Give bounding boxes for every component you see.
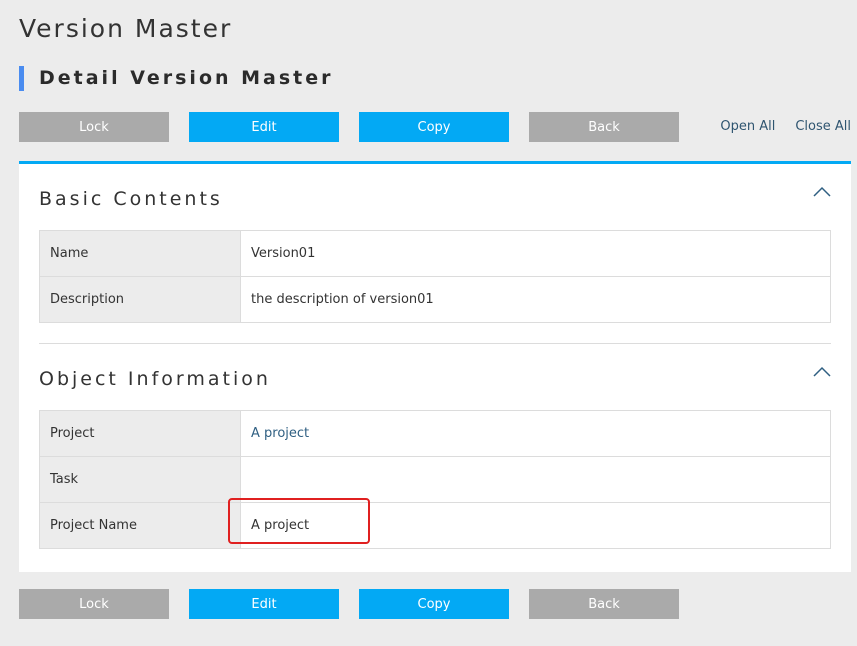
top-action-bar: Lock Edit Copy Back xyxy=(19,112,679,142)
section-header: Basic Contents xyxy=(39,164,831,230)
lock-button[interactable]: Lock xyxy=(19,112,169,142)
lock-button[interactable]: Lock xyxy=(19,589,169,619)
section-title: Basic Contents xyxy=(39,188,223,210)
row-value xyxy=(240,456,831,503)
project-link[interactable]: A project xyxy=(240,410,831,457)
row-value: the description of version01 xyxy=(240,276,831,323)
back-button[interactable]: Back xyxy=(529,589,679,619)
page-title: Version Master xyxy=(19,14,233,43)
detail-subtitle: Detail Version Master xyxy=(19,66,334,91)
row-label: Project xyxy=(39,410,241,457)
edit-button[interactable]: Edit xyxy=(189,589,339,619)
close-all-link[interactable]: Close All xyxy=(795,119,851,134)
copy-button[interactable]: Copy xyxy=(359,589,509,619)
copy-button[interactable]: Copy xyxy=(359,112,509,142)
chevron-up-icon[interactable] xyxy=(813,186,831,198)
detail-panel: Basic Contents Name Version01 Descriptio… xyxy=(19,161,851,572)
table-row: Project Name A project xyxy=(39,502,831,549)
basic-contents-table: Name Version01 Description the descripti… xyxy=(39,230,831,323)
table-row: Description the description of version01 xyxy=(39,276,831,323)
section-header: Object Information xyxy=(39,344,831,410)
row-label: Project Name xyxy=(39,502,241,549)
row-value: A project xyxy=(240,502,831,549)
open-all-link[interactable]: Open All xyxy=(720,119,775,134)
table-row: Project A project xyxy=(39,410,831,457)
object-information-table: Project A project Task Project Name A pr… xyxy=(39,410,831,549)
table-row: Task xyxy=(39,456,831,503)
bottom-action-bar: Lock Edit Copy Back xyxy=(19,589,679,619)
table-row: Name Version01 xyxy=(39,230,831,277)
back-button[interactable]: Back xyxy=(529,112,679,142)
edit-button[interactable]: Edit xyxy=(189,112,339,142)
section-basic-contents: Basic Contents Name Version01 Descriptio… xyxy=(39,164,831,344)
row-value: Version01 xyxy=(240,230,831,277)
section-object-information: Object Information Project A project Tas… xyxy=(39,344,831,549)
chevron-up-icon[interactable] xyxy=(813,366,831,378)
row-label: Name xyxy=(39,230,241,277)
row-label: Description xyxy=(39,276,241,323)
section-toggle-links: Open All Close All xyxy=(720,119,851,134)
section-title: Object Information xyxy=(39,368,271,390)
row-label: Task xyxy=(39,456,241,503)
